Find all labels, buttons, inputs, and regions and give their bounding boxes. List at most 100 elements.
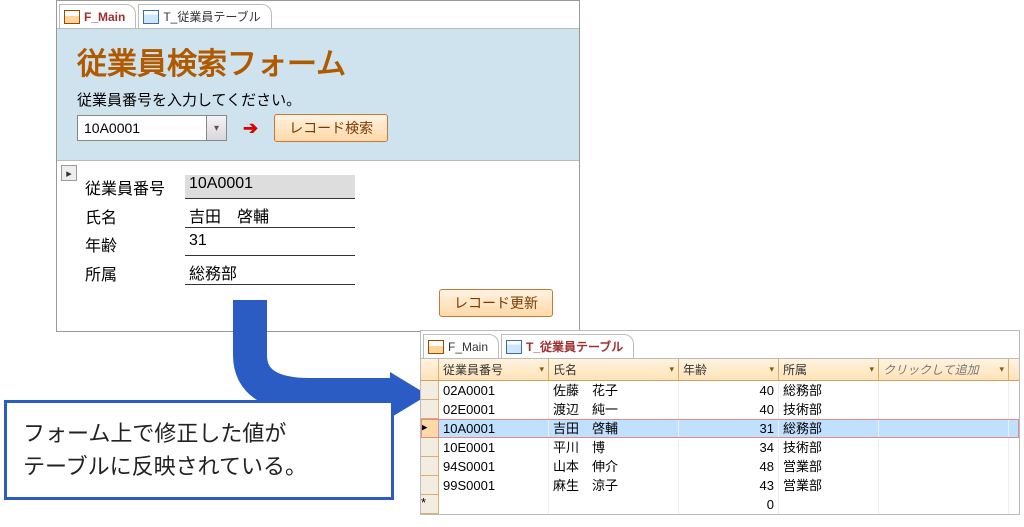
select-all-handle[interactable] — [421, 359, 439, 380]
chevron-down-icon[interactable]: ▾ — [539, 364, 544, 375]
tab-f-main[interactable]: F_Main — [59, 4, 136, 28]
form-icon — [64, 10, 80, 24]
table-row[interactable]: 94S0001山本 伸介48営業部 — [421, 457, 1019, 476]
cell-add[interactable] — [879, 400, 1009, 419]
tab-t-employee[interactable]: T_従業員テーブル — [501, 334, 634, 358]
cell-add[interactable] — [879, 381, 1009, 400]
caption-line: テーブルに反映されている。 — [23, 450, 375, 483]
table-row[interactable]: 02A0001佐藤 花子40総務部 — [421, 381, 1019, 400]
table-row-new[interactable]: *0 — [421, 495, 1019, 514]
cell-add[interactable] — [879, 495, 1009, 514]
explanation-caption: フォーム上で修正した値が テーブルに反映されている。 — [4, 400, 394, 500]
record-selector-icon[interactable]: ▸ — [61, 165, 77, 181]
table-row[interactable]: 10E0001平川 博34技術部 — [421, 438, 1019, 457]
chevron-down-icon[interactable]: ▾ — [206, 116, 226, 140]
chevron-down-icon[interactable]: ▾ — [999, 364, 1004, 375]
cell-dept[interactable]: 営業部 — [779, 457, 879, 476]
cell-age[interactable]: 31 — [679, 419, 779, 438]
col-header-add[interactable]: クリックして追加▾ — [879, 359, 1009, 380]
table-icon — [143, 10, 159, 24]
table-tabbar: F_Main T_従業員テーブル — [421, 331, 1019, 359]
cell-add[interactable] — [879, 476, 1009, 495]
form-title: 従業員検索フォーム — [77, 39, 559, 83]
col-header-age[interactable]: 年齢▾ — [679, 359, 779, 380]
tab-label: F_Main — [84, 10, 125, 24]
row-selector[interactable]: * — [421, 495, 439, 514]
emp-no-field[interactable]: 10A0001 — [185, 175, 355, 199]
cell-emp-no[interactable]: 02A0001 — [439, 381, 549, 400]
field-label: 年齢 — [85, 232, 175, 256]
search-row: 10A0001 ▾ ➔ レコード検索 — [77, 114, 559, 142]
cell-dept[interactable] — [779, 495, 879, 514]
age-field[interactable]: 31 — [185, 232, 355, 256]
row-selector[interactable] — [421, 400, 439, 419]
form-tabbar: F_Main T_従業員テーブル — [57, 1, 579, 29]
field-label: 従業員番号 — [85, 175, 175, 199]
arrow-right-icon: ➔ — [243, 118, 258, 139]
row-selector[interactable] — [421, 457, 439, 476]
cell-add[interactable] — [879, 438, 1009, 457]
search-button[interactable]: レコード検索 — [274, 114, 388, 142]
cell-dept[interactable]: 技術部 — [779, 438, 879, 457]
field-label: 所属 — [85, 261, 175, 285]
cell-emp-no[interactable]: 10E0001 — [439, 438, 549, 457]
field-dept: 所属 総務部 — [85, 260, 559, 285]
cell-age[interactable]: 40 — [679, 381, 779, 400]
cell-add[interactable] — [879, 419, 1009, 438]
cell-age[interactable]: 34 — [679, 438, 779, 457]
cell-age[interactable]: 43 — [679, 476, 779, 495]
chevron-down-icon[interactable]: ▾ — [769, 364, 774, 375]
cell-emp-no[interactable]: 94S0001 — [439, 457, 549, 476]
update-button[interactable]: レコード更新 — [439, 289, 553, 317]
tab-label: T_従業員テーブル — [526, 338, 623, 355]
dept-field[interactable]: 総務部 — [185, 260, 355, 285]
field-emp-no: 従業員番号 10A0001 — [85, 175, 559, 199]
col-header-emp-no[interactable]: 従業員番号▾ — [439, 359, 549, 380]
form-header: 従業員検索フォーム 従業員番号を入力してください。 10A0001 ▾ ➔ レコ… — [57, 29, 579, 160]
cell-emp-no[interactable]: 02E0001 — [439, 400, 549, 419]
cell-dept[interactable]: 技術部 — [779, 400, 879, 419]
cell-name[interactable] — [549, 495, 679, 514]
row-selector[interactable] — [421, 381, 439, 400]
cell-dept[interactable]: 総務部 — [779, 419, 879, 438]
row-selector[interactable] — [421, 476, 439, 495]
field-age: 年齢 31 — [85, 232, 559, 256]
name-field[interactable]: 吉田 啓輔 — [185, 203, 355, 228]
col-header-dept[interactable]: 所属▾ — [779, 359, 879, 380]
cell-name[interactable]: 山本 伸介 — [549, 457, 679, 476]
field-name: 氏名 吉田 啓輔 — [85, 203, 559, 228]
tab-label: F_Main — [448, 340, 488, 354]
cell-name[interactable]: 吉田 啓輔 — [549, 419, 679, 438]
row-selector[interactable] — [421, 438, 439, 457]
grid-body: 02A0001佐藤 花子40総務部02E0001渡辺 純一40技術部▸10A00… — [421, 381, 1019, 514]
cell-emp-no[interactable]: 99S0001 — [439, 476, 549, 495]
tab-f-main[interactable]: F_Main — [423, 334, 499, 358]
chevron-down-icon[interactable]: ▾ — [869, 364, 874, 375]
table-row[interactable]: ▸10A0001吉田 啓輔31総務部 — [421, 419, 1019, 438]
chevron-down-icon[interactable]: ▾ — [669, 364, 674, 375]
combo-value: 10A0001 — [84, 120, 140, 136]
cell-emp-no[interactable]: 10A0001 — [439, 419, 549, 438]
cell-add[interactable] — [879, 457, 1009, 476]
form-prompt: 従業員番号を入力してください。 — [77, 89, 559, 110]
cell-name[interactable]: 平川 博 — [549, 438, 679, 457]
table-row[interactable]: 99S0001麻生 涼子43営業部 — [421, 476, 1019, 495]
table-icon — [506, 340, 522, 354]
cell-age[interactable]: 40 — [679, 400, 779, 419]
cell-name[interactable]: 麻生 涼子 — [549, 476, 679, 495]
table-window: F_Main T_従業員テーブル 従業員番号▾ 氏名▾ 年齢▾ 所属▾ クリック… — [420, 330, 1020, 515]
row-selector[interactable]: ▸ — [421, 419, 439, 438]
form-window: F_Main T_従業員テーブル 従業員検索フォーム 従業員番号を入力してくださ… — [56, 0, 580, 332]
cell-emp-no[interactable] — [439, 495, 549, 514]
cell-age[interactable]: 48 — [679, 457, 779, 476]
col-header-name[interactable]: 氏名▾ — [549, 359, 679, 380]
tab-label: T_従業員テーブル — [163, 8, 260, 25]
cell-age[interactable]: 0 — [679, 495, 779, 514]
tab-t-employee[interactable]: T_従業員テーブル — [138, 4, 271, 28]
cell-dept[interactable]: 総務部 — [779, 381, 879, 400]
cell-name[interactable]: 渡辺 純一 — [549, 400, 679, 419]
cell-name[interactable]: 佐藤 花子 — [549, 381, 679, 400]
table-row[interactable]: 02E0001渡辺 純一40技術部 — [421, 400, 1019, 419]
emp-no-combo[interactable]: 10A0001 ▾ — [77, 115, 227, 141]
cell-dept[interactable]: 営業部 — [779, 476, 879, 495]
